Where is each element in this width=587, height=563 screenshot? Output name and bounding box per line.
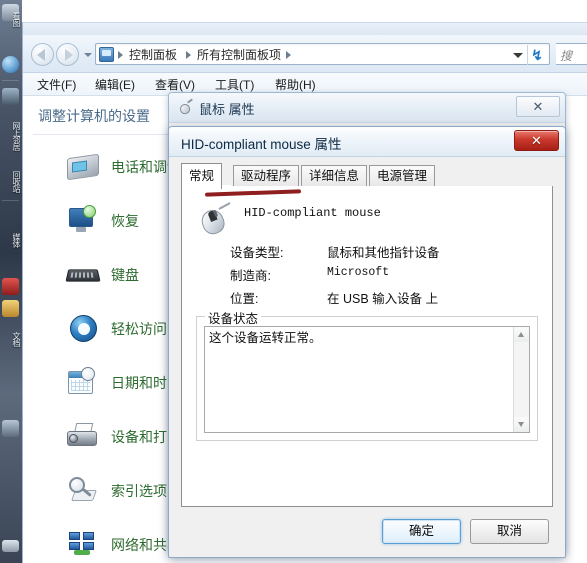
tab-panel-general: HID-compliant mouse 设备类型: 鼠标和其他指针设备 制造商:… [181, 185, 553, 507]
indexing-options-icon [67, 476, 101, 506]
hid-dialog-title: HID-compliant mouse 属性 [181, 137, 342, 152]
back-button[interactable] [31, 43, 54, 66]
close-icon[interactable]: ✕ [514, 130, 559, 151]
device-status-text: 这个设备运转正常。 [209, 331, 322, 345]
date-time-icon [67, 367, 101, 398]
breadcrumb-separator-icon-1 [186, 51, 191, 59]
tab-driver[interactable]: 驱动程序 [233, 165, 300, 187]
taskbar-icon-browser[interactable] [2, 56, 19, 73]
taskbar-label-0: 看图 [12, 12, 21, 26]
keyboard-icon [65, 260, 101, 290]
scroll-up-arrow-icon[interactable] [514, 327, 529, 342]
forward-arrow-icon [65, 49, 73, 61]
breadcrumb-item-0[interactable]: 控制面板 [129, 47, 177, 63]
mouse-icon [178, 98, 194, 116]
mouse-properties-titlebar[interactable]: 鼠标 属性 ✕ [169, 93, 565, 123]
list-item-label: 键盘 [111, 267, 139, 283]
ok-button[interactable]: 确定 [382, 519, 461, 544]
address-bar[interactable]: 控制面板 所有控制面板项 ↯ [95, 43, 550, 65]
forward-button[interactable] [56, 43, 79, 66]
window-glass-frame [23, 23, 587, 35]
page-title: 调整计算机的设置 [38, 108, 150, 124]
close-icon[interactable]: ✕ [516, 96, 560, 117]
breadcrumb-item-1[interactable]: 所有控制面板项 [197, 47, 281, 63]
device-status-scrollbar[interactable] [513, 327, 529, 432]
taskbar-label-2: 网上邻居 [12, 122, 21, 150]
manufacturer-label: 制造商: [230, 269, 271, 283]
scroll-down-arrow-icon[interactable] [514, 417, 529, 432]
device-type-label: 设备类型: [230, 246, 284, 260]
tab-strip: 常规 驱动程序 详细信息 电源管理 [181, 163, 553, 189]
menu-item-edit[interactable]: 编辑(E) [91, 76, 139, 94]
taskbar-label-5: 文档 [12, 332, 21, 346]
list-item-label: 恢复 [111, 213, 139, 229]
list-item-label: 索引选项 [111, 483, 167, 499]
taskbar-icon-media[interactable] [2, 278, 19, 295]
cancel-button[interactable]: 取消 [470, 519, 549, 544]
device-type-value: 鼠标和其他指针设备 [327, 246, 440, 260]
tab-power-mgmt[interactable]: 电源管理 [369, 165, 436, 187]
network-sharing-icon [67, 530, 101, 560]
search-placeholder: 搜 [560, 49, 573, 63]
mouse-device-icon [198, 202, 236, 238]
back-arrow-icon [37, 49, 45, 61]
hid-mouse-properties-dialog[interactable]: HID-compliant mouse 属性 ✕ 常规 驱动程序 详细信息 电源… [168, 126, 566, 558]
breadcrumb-separator-icon-2[interactable] [286, 51, 291, 59]
device-status-legend: 设备状态 [205, 308, 262, 327]
tab-details[interactable]: 详细信息 [301, 165, 368, 187]
device-status-group: 设备状态 这个设备运转正常。 [196, 308, 538, 441]
device-name: HID-compliant mouse [244, 206, 381, 220]
address-divider [527, 45, 528, 65]
devices-printers-icon [67, 422, 101, 452]
taskbar-divider [2, 80, 19, 81]
ease-of-access-icon [67, 314, 101, 344]
screen-root: 看图 网上邻居 回收站 媒体 文档 控制面板 所有控制面板项 ↯ 搜 文件(F)… [0, 0, 587, 563]
taskbar-label-3: 回收站 [12, 170, 21, 192]
manufacturer-value: Microsoft [327, 266, 390, 279]
menu-item-file[interactable]: 文件(F) [33, 76, 80, 94]
location-label: 位置: [230, 292, 259, 306]
control-panel-icon [99, 47, 114, 62]
explorer-navigation-bar: 控制面板 所有控制面板项 ↯ 搜 [23, 35, 587, 73]
phone-modem-icon [67, 152, 101, 182]
taskbar-divider-2 [2, 200, 19, 201]
taskbar-label-4: 媒体 [12, 233, 21, 247]
tab-general[interactable]: 常规 [181, 163, 223, 189]
address-chevron-down-icon[interactable] [513, 53, 523, 58]
device-status-field[interactable]: 这个设备运转正常。 [204, 326, 530, 433]
taskbar-icon-network[interactable] [2, 88, 19, 105]
recovery-icon [67, 205, 101, 236]
mouse-properties-title: 鼠标 属性 [199, 102, 255, 117]
recent-pages-chevron-down-icon[interactable] [84, 53, 92, 57]
location-value: 在 USB 输入设备 上 [327, 292, 439, 306]
taskbar-icon-extra[interactable] [2, 420, 19, 437]
red-underline-annotation [204, 189, 302, 197]
refresh-icon[interactable]: ↯ [529, 47, 545, 63]
search-input[interactable]: 搜 [556, 43, 587, 65]
taskbar-show-desktop-icon[interactable] [2, 540, 19, 552]
desktop-taskbar-strip[interactable]: 看图 网上邻居 回收站 媒体 文档 [0, 0, 22, 563]
taskbar-icon-folder[interactable] [2, 300, 19, 317]
hid-dialog-titlebar[interactable]: HID-compliant mouse 属性 ✕ [169, 127, 565, 157]
breadcrumb-separator-icon-0 [118, 51, 123, 59]
